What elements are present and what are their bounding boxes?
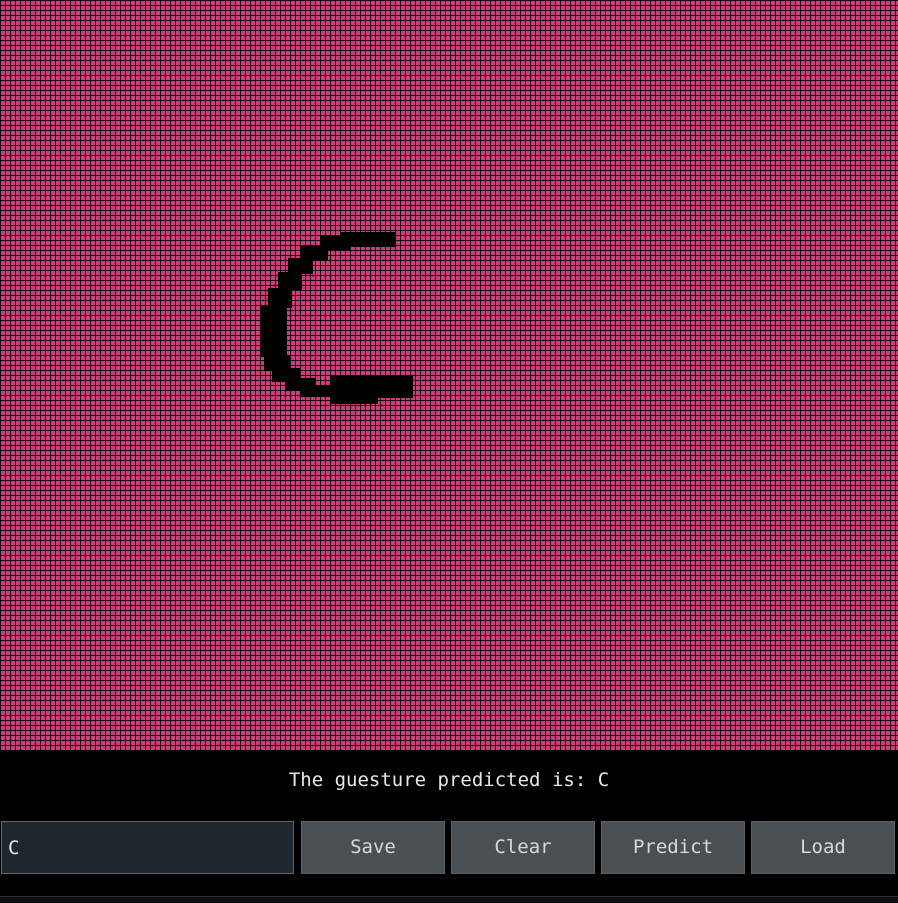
gesture-label-input[interactable] [1, 821, 294, 874]
gesture-app: The guesture predicted is: C Save Clear … [0, 0, 898, 903]
gesture-stroke-segment [261, 305, 287, 357]
load-button[interactable]: Load [751, 821, 895, 874]
gesture-stroke-segment [330, 396, 378, 404]
prediction-text: The guesture predicted is: C [288, 769, 610, 791]
window-bottom-edge [0, 896, 898, 903]
save-button[interactable]: Save [301, 821, 445, 874]
control-bar: Save Clear Predict Load [0, 820, 898, 876]
predict-button[interactable]: Predict [601, 821, 745, 874]
drawing-canvas[interactable] [0, 0, 898, 750]
clear-button[interactable]: Clear [451, 821, 595, 874]
gesture-stroke-segment [330, 376, 413, 398]
